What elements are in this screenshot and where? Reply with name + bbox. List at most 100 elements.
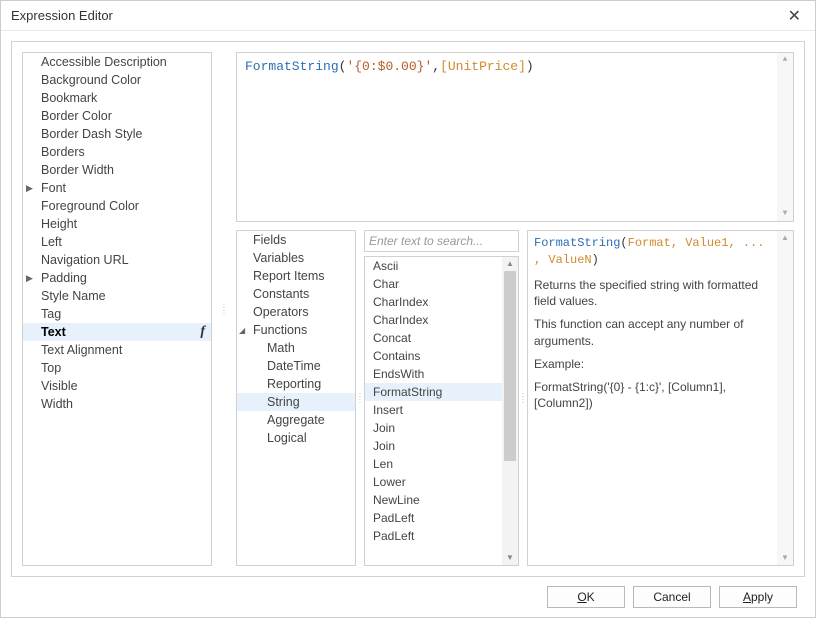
scrollbar-thumb[interactable] <box>504 271 516 461</box>
property-item[interactable]: Foreground Color <box>23 197 211 215</box>
function-item[interactable]: EndsWith <box>365 365 502 383</box>
splitter-left[interactable]: ···· <box>220 52 228 566</box>
property-item[interactable]: Height <box>23 215 211 233</box>
function-item[interactable]: CharIndex <box>365 311 502 329</box>
property-item[interactable]: ▶Font <box>23 179 211 197</box>
property-item[interactable]: Visible <box>23 377 211 395</box>
category-item[interactable]: Aggregate <box>237 411 355 429</box>
property-item[interactable]: Style Name <box>23 287 211 305</box>
property-label: Top <box>41 361 61 375</box>
splitter-mid1[interactable]: ···· <box>356 230 364 566</box>
property-item[interactable]: Text Alignment <box>23 341 211 359</box>
category-item[interactable]: Reporting <box>237 375 355 393</box>
lower-row: Fields Variables Report Items Constants Oper… <box>236 230 794 566</box>
category-item[interactable]: Operators <box>237 303 355 321</box>
function-item[interactable]: PadLeft <box>365 527 502 545</box>
property-item[interactable]: Background Color <box>23 71 211 89</box>
expression-input[interactable]: FormatString('{0:$0.00}',[UnitPrice]) ▲ … <box>236 52 794 222</box>
function-list[interactable]: AsciiCharCharIndexCharIndexConcatContain… <box>365 257 502 565</box>
property-label: Borders <box>41 145 85 159</box>
fx-icon: f <box>200 324 205 340</box>
function-item[interactable]: NewLine <box>365 491 502 509</box>
scroll-down-icon[interactable]: ▼ <box>777 551 793 565</box>
property-label: Style Name <box>41 289 106 303</box>
category-label: Report Items <box>253 269 325 283</box>
category-label: Variables <box>253 251 304 265</box>
category-item[interactable]: Variables <box>237 249 355 267</box>
property-item[interactable]: Border Width <box>23 161 211 179</box>
category-label: DateTime <box>267 359 321 373</box>
property-label: Text <box>41 325 66 339</box>
property-label: Bookmark <box>41 91 97 105</box>
chevron-right-icon[interactable]: ▶ <box>26 273 33 284</box>
help-desc-2: This function can accept any number of a… <box>534 316 771 350</box>
splitter-mid2[interactable]: ···· <box>519 230 527 566</box>
close-icon[interactable]: ✕ <box>784 6 805 26</box>
category-label: Aggregate <box>267 413 325 427</box>
property-item[interactable]: ▶Padding <box>23 269 211 287</box>
chevron-down-icon[interactable]: ◢ <box>239 326 245 335</box>
search-input[interactable] <box>369 234 526 248</box>
function-item[interactable]: Insert <box>365 401 502 419</box>
property-item[interactable]: Tag <box>23 305 211 323</box>
function-item[interactable]: Len <box>365 455 502 473</box>
property-item[interactable]: Top <box>23 359 211 377</box>
expression-scrollbar[interactable]: ▲ ▼ <box>777 53 793 221</box>
category-item[interactable]: String <box>237 393 355 411</box>
cancel-button[interactable]: Cancel <box>633 586 711 608</box>
property-label: Border Width <box>41 163 114 177</box>
dialog-title: Expression Editor <box>11 8 113 23</box>
help-body: Returns the specified string with format… <box>534 277 771 413</box>
scroll-up-icon[interactable]: ▲ <box>777 231 793 245</box>
property-item[interactable]: Accessible Description <box>23 53 211 71</box>
ok-button[interactable]: OK <box>547 586 625 608</box>
scroll-down-icon[interactable]: ▼ <box>502 551 518 565</box>
category-item[interactable]: ◢ Functions <box>237 321 355 339</box>
category-label: Operators <box>253 305 309 319</box>
property-list[interactable]: Accessible Description Background Color Bo… <box>22 52 212 566</box>
property-item[interactable]: Navigation URL <box>23 251 211 269</box>
category-item[interactable]: DateTime <box>237 357 355 375</box>
property-label: Border Dash Style <box>41 127 142 141</box>
category-list[interactable]: Fields Variables Report Items Constants Oper… <box>236 230 356 566</box>
property-label: Accessible Description <box>41 55 167 69</box>
help-scrollbar[interactable]: ▲ ▼ <box>777 231 793 565</box>
chevron-right-icon[interactable]: ▶ <box>26 183 33 194</box>
function-item[interactable]: Char <box>365 275 502 293</box>
property-label: Left <box>41 235 62 249</box>
category-label: Functions <box>253 323 307 337</box>
property-item[interactable]: Bookmark <box>23 89 211 107</box>
scroll-down-icon[interactable]: ▼ <box>777 207 793 221</box>
function-item[interactable]: Lower <box>365 473 502 491</box>
search-box[interactable] <box>364 230 519 252</box>
category-label: String <box>267 395 300 409</box>
function-item[interactable]: FormatString <box>365 383 502 401</box>
property-item[interactable]: Border Color <box>23 107 211 125</box>
property-item[interactable]: Left <box>23 233 211 251</box>
category-item[interactable]: Constants <box>237 285 355 303</box>
function-item[interactable]: Join <box>365 419 502 437</box>
help-example-label: Example: <box>534 356 771 373</box>
scroll-up-icon[interactable]: ▲ <box>502 257 518 271</box>
function-item[interactable]: Contains <box>365 347 502 365</box>
function-item[interactable]: Concat <box>365 329 502 347</box>
property-item[interactable]: Border Dash Style <box>23 125 211 143</box>
apply-button[interactable]: Apply <box>719 586 797 608</box>
property-label: Width <box>41 397 73 411</box>
function-item[interactable]: PadLeft <box>365 509 502 527</box>
category-item[interactable]: Math <box>237 339 355 357</box>
function-item[interactable]: Ascii <box>365 257 502 275</box>
scroll-up-icon[interactable]: ▲ <box>777 53 793 67</box>
property-item[interactable]: Borders <box>23 143 211 161</box>
property-label: Text Alignment <box>41 343 122 357</box>
function-scrollbar[interactable]: ▲ ▼ <box>502 257 518 565</box>
function-item[interactable]: CharIndex <box>365 293 502 311</box>
category-item[interactable]: Report Items <box>237 267 355 285</box>
category-item[interactable]: Fields <box>237 231 355 249</box>
category-item[interactable]: Logical <box>237 429 355 447</box>
property-item[interactable]: Width <box>23 395 211 413</box>
expr-literal: '{0:$0.00}' <box>346 59 432 74</box>
property-item[interactable]: Text f <box>23 323 211 341</box>
function-item[interactable]: Join <box>365 437 502 455</box>
property-label: Visible <box>41 379 78 393</box>
